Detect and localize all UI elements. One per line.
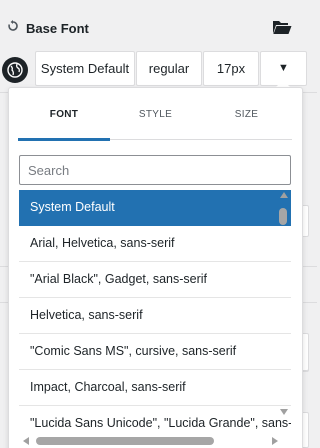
open-folder-icon[interactable]: [272, 19, 292, 35]
vertical-scrollbar[interactable]: [278, 190, 291, 417]
font-option[interactable]: Impact, Charcoal, sans-serif: [19, 370, 291, 406]
horizontal-scroll-thumb[interactable]: [36, 437, 214, 445]
font-option[interactable]: "Comic Sans MS", cursive, sans-serif: [19, 334, 291, 370]
section-header: Base Font: [0, 0, 317, 46]
font-settings-panel: Base Font System Default regular 17px ▼ …: [0, 0, 317, 448]
font-option[interactable]: Helvetica, sans-serif: [19, 298, 291, 334]
font-style-select[interactable]: regular: [136, 51, 202, 86]
vertical-scroll-thumb[interactable]: [279, 208, 287, 225]
font-option[interactable]: Arial, Helvetica, sans-serif: [19, 226, 291, 262]
font-controls-row: System Default regular 17px ▼: [0, 51, 317, 87]
font-list: System Default Arial, Helvetica, sans-se…: [19, 190, 291, 434]
tab-size[interactable]: SIZE: [201, 88, 292, 139]
font-search-input[interactable]: [19, 155, 291, 185]
horizontal-scrollbar[interactable]: [19, 435, 279, 447]
globe-icon[interactable]: [2, 57, 28, 83]
font-family-select[interactable]: System Default: [35, 51, 135, 86]
dropdown-caret: [276, 80, 290, 87]
scroll-left-arrow-icon[interactable]: [23, 437, 29, 445]
active-tab-indicator: [18, 138, 110, 141]
scroll-up-arrow-icon[interactable]: [280, 192, 288, 198]
font-picker-tabs: FONT STYLE SIZE: [18, 88, 292, 141]
scroll-right-arrow-icon[interactable]: [272, 437, 278, 445]
reset-icon[interactable]: [7, 20, 19, 32]
font-option[interactable]: "Lucida Sans Unicode", "Lucida Grande", …: [19, 406, 291, 434]
font-option[interactable]: "Arial Black", Gadget, sans-serif: [19, 262, 291, 298]
font-option-selected[interactable]: System Default: [19, 190, 291, 226]
tab-font[interactable]: FONT: [18, 88, 110, 139]
scroll-down-arrow-icon[interactable]: [280, 409, 288, 415]
section-title: Base Font: [26, 21, 89, 36]
tab-style[interactable]: STYLE: [110, 88, 201, 139]
font-size-select[interactable]: 17px: [203, 51, 259, 86]
font-picker-dropdown: FONT STYLE SIZE System Default Arial, He…: [8, 87, 303, 448]
